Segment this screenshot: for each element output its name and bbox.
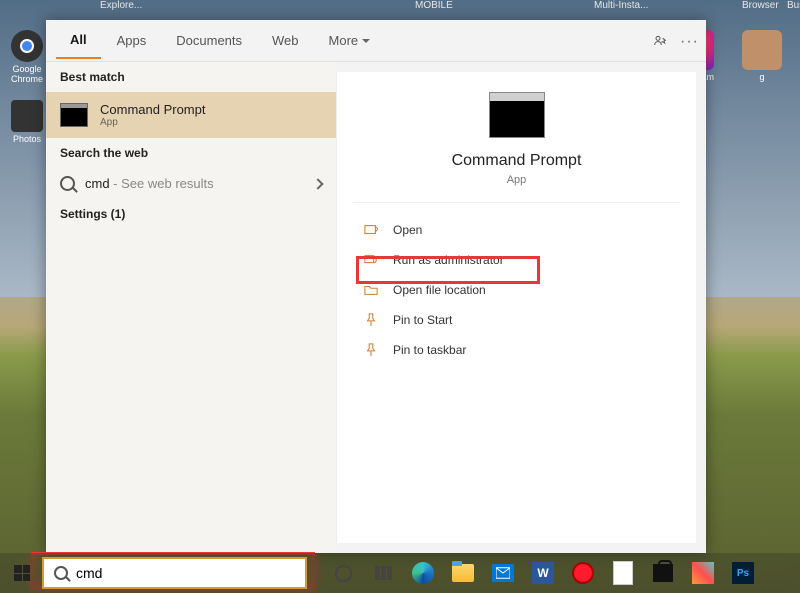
best-match-sub: App xyxy=(100,117,205,128)
chevron-right-icon xyxy=(312,178,323,189)
best-match-label: Best match xyxy=(46,62,336,92)
window-label-browser[interactable]: Browser xyxy=(742,0,779,11)
preview-cmd-icon xyxy=(489,92,545,138)
search-web-label: Search the web xyxy=(46,138,336,168)
action-open[interactable]: Open xyxy=(337,215,696,245)
shield-icon xyxy=(363,253,379,267)
opera-icon xyxy=(572,562,594,584)
edge-icon xyxy=(412,562,434,584)
results-pane: Best match Command Prompt App Search the… xyxy=(46,62,336,553)
folder-icon xyxy=(363,283,379,297)
start-menu: All Apps Documents Web More ··· Best mat… xyxy=(46,20,706,553)
taskbar-photoshop[interactable]: Ps xyxy=(727,557,759,589)
folder-icon xyxy=(452,564,474,582)
web-result-text: cmd - See web results xyxy=(85,176,214,191)
store-icon xyxy=(653,564,673,582)
word-icon: W xyxy=(532,562,554,584)
desktop-icon-label: Photos xyxy=(6,134,48,144)
desktop-icon-chrome[interactable]: Google Chrome xyxy=(6,30,48,84)
search-icon xyxy=(60,176,75,191)
desktop-icon-photos[interactable]: Photos xyxy=(6,100,48,144)
window-label-multi[interactable]: Multi-Insta... xyxy=(594,0,648,11)
action-open-file-location[interactable]: Open file location xyxy=(337,275,696,305)
cortana-button[interactable] xyxy=(327,557,359,589)
action-pin-to-start[interactable]: Pin to Start xyxy=(337,305,696,335)
window-label-busi[interactable]: Busi xyxy=(787,0,800,11)
desktop-icons-left: Google Chrome Photos xyxy=(6,30,48,160)
tab-more[interactable]: More xyxy=(315,22,385,59)
search-input[interactable] xyxy=(76,565,286,581)
photoshop-icon: Ps xyxy=(732,562,754,584)
document-icon xyxy=(613,561,633,585)
pin-icon xyxy=(363,343,379,357)
settings-section[interactable]: Settings (1) xyxy=(46,199,336,229)
start-button[interactable] xyxy=(6,557,38,589)
feedback-icon[interactable] xyxy=(652,33,668,49)
mail-icon xyxy=(492,564,514,582)
desktop-icon-label: Google Chrome xyxy=(6,64,48,84)
taskbar-opera[interactable] xyxy=(567,557,599,589)
windows-logo-icon xyxy=(14,565,30,581)
taskbar-file-explorer[interactable] xyxy=(447,557,479,589)
desktop-icon-label: g xyxy=(734,72,790,82)
taskbar-icons: W Ps xyxy=(327,557,759,589)
preview-sub: App xyxy=(353,174,680,186)
options-icon[interactable]: ··· xyxy=(680,33,696,49)
preview-pane: Command Prompt App Open Run as administr… xyxy=(336,72,696,543)
taskbar-mail[interactable] xyxy=(487,557,519,589)
tab-web[interactable]: Web xyxy=(258,22,313,59)
tab-all[interactable]: All xyxy=(56,22,101,59)
generic-icon xyxy=(742,30,782,70)
window-label-explore[interactable]: Explore... xyxy=(100,0,142,11)
pin-icon xyxy=(363,313,379,327)
taskbar-blank-doc[interactable] xyxy=(607,557,639,589)
preview-title: Command Prompt xyxy=(353,152,680,170)
action-list: Open Run as administrator Open file loca… xyxy=(337,203,696,377)
cmd-icon xyxy=(60,103,88,127)
taskview-button[interactable] xyxy=(367,557,399,589)
taskbar-search-box[interactable] xyxy=(42,557,307,589)
scope-tabs: All Apps Documents Web More xyxy=(56,22,384,59)
start-menu-header: All Apps Documents Web More ··· xyxy=(46,20,706,62)
best-match-title: Command Prompt xyxy=(100,102,205,117)
cortana-icon xyxy=(335,565,352,582)
best-match-command-prompt[interactable]: Command Prompt App xyxy=(46,92,336,138)
desktop-icon-generic[interactable]: g xyxy=(734,30,790,82)
taskbar-game[interactable] xyxy=(687,557,719,589)
game-icon xyxy=(692,562,714,584)
tab-apps[interactable]: Apps xyxy=(103,22,161,59)
action-run-as-administrator[interactable]: Run as administrator xyxy=(337,245,696,275)
taskbar: W Ps xyxy=(0,553,800,593)
web-result-cmd[interactable]: cmd - See web results xyxy=(46,168,336,199)
open-window-labels: Explore... MOBILE Multi-Insta... Browser… xyxy=(0,0,800,20)
taskview-icon xyxy=(375,566,392,580)
action-pin-to-taskbar[interactable]: Pin to taskbar xyxy=(337,335,696,365)
taskbar-edge[interactable] xyxy=(407,557,439,589)
open-icon xyxy=(363,223,379,237)
taskbar-store[interactable] xyxy=(647,557,679,589)
tab-documents[interactable]: Documents xyxy=(162,22,256,59)
photos-icon xyxy=(11,100,43,132)
taskbar-word[interactable]: W xyxy=(527,557,559,589)
window-label-mobile[interactable]: MOBILE xyxy=(415,0,453,11)
search-icon xyxy=(54,566,68,580)
